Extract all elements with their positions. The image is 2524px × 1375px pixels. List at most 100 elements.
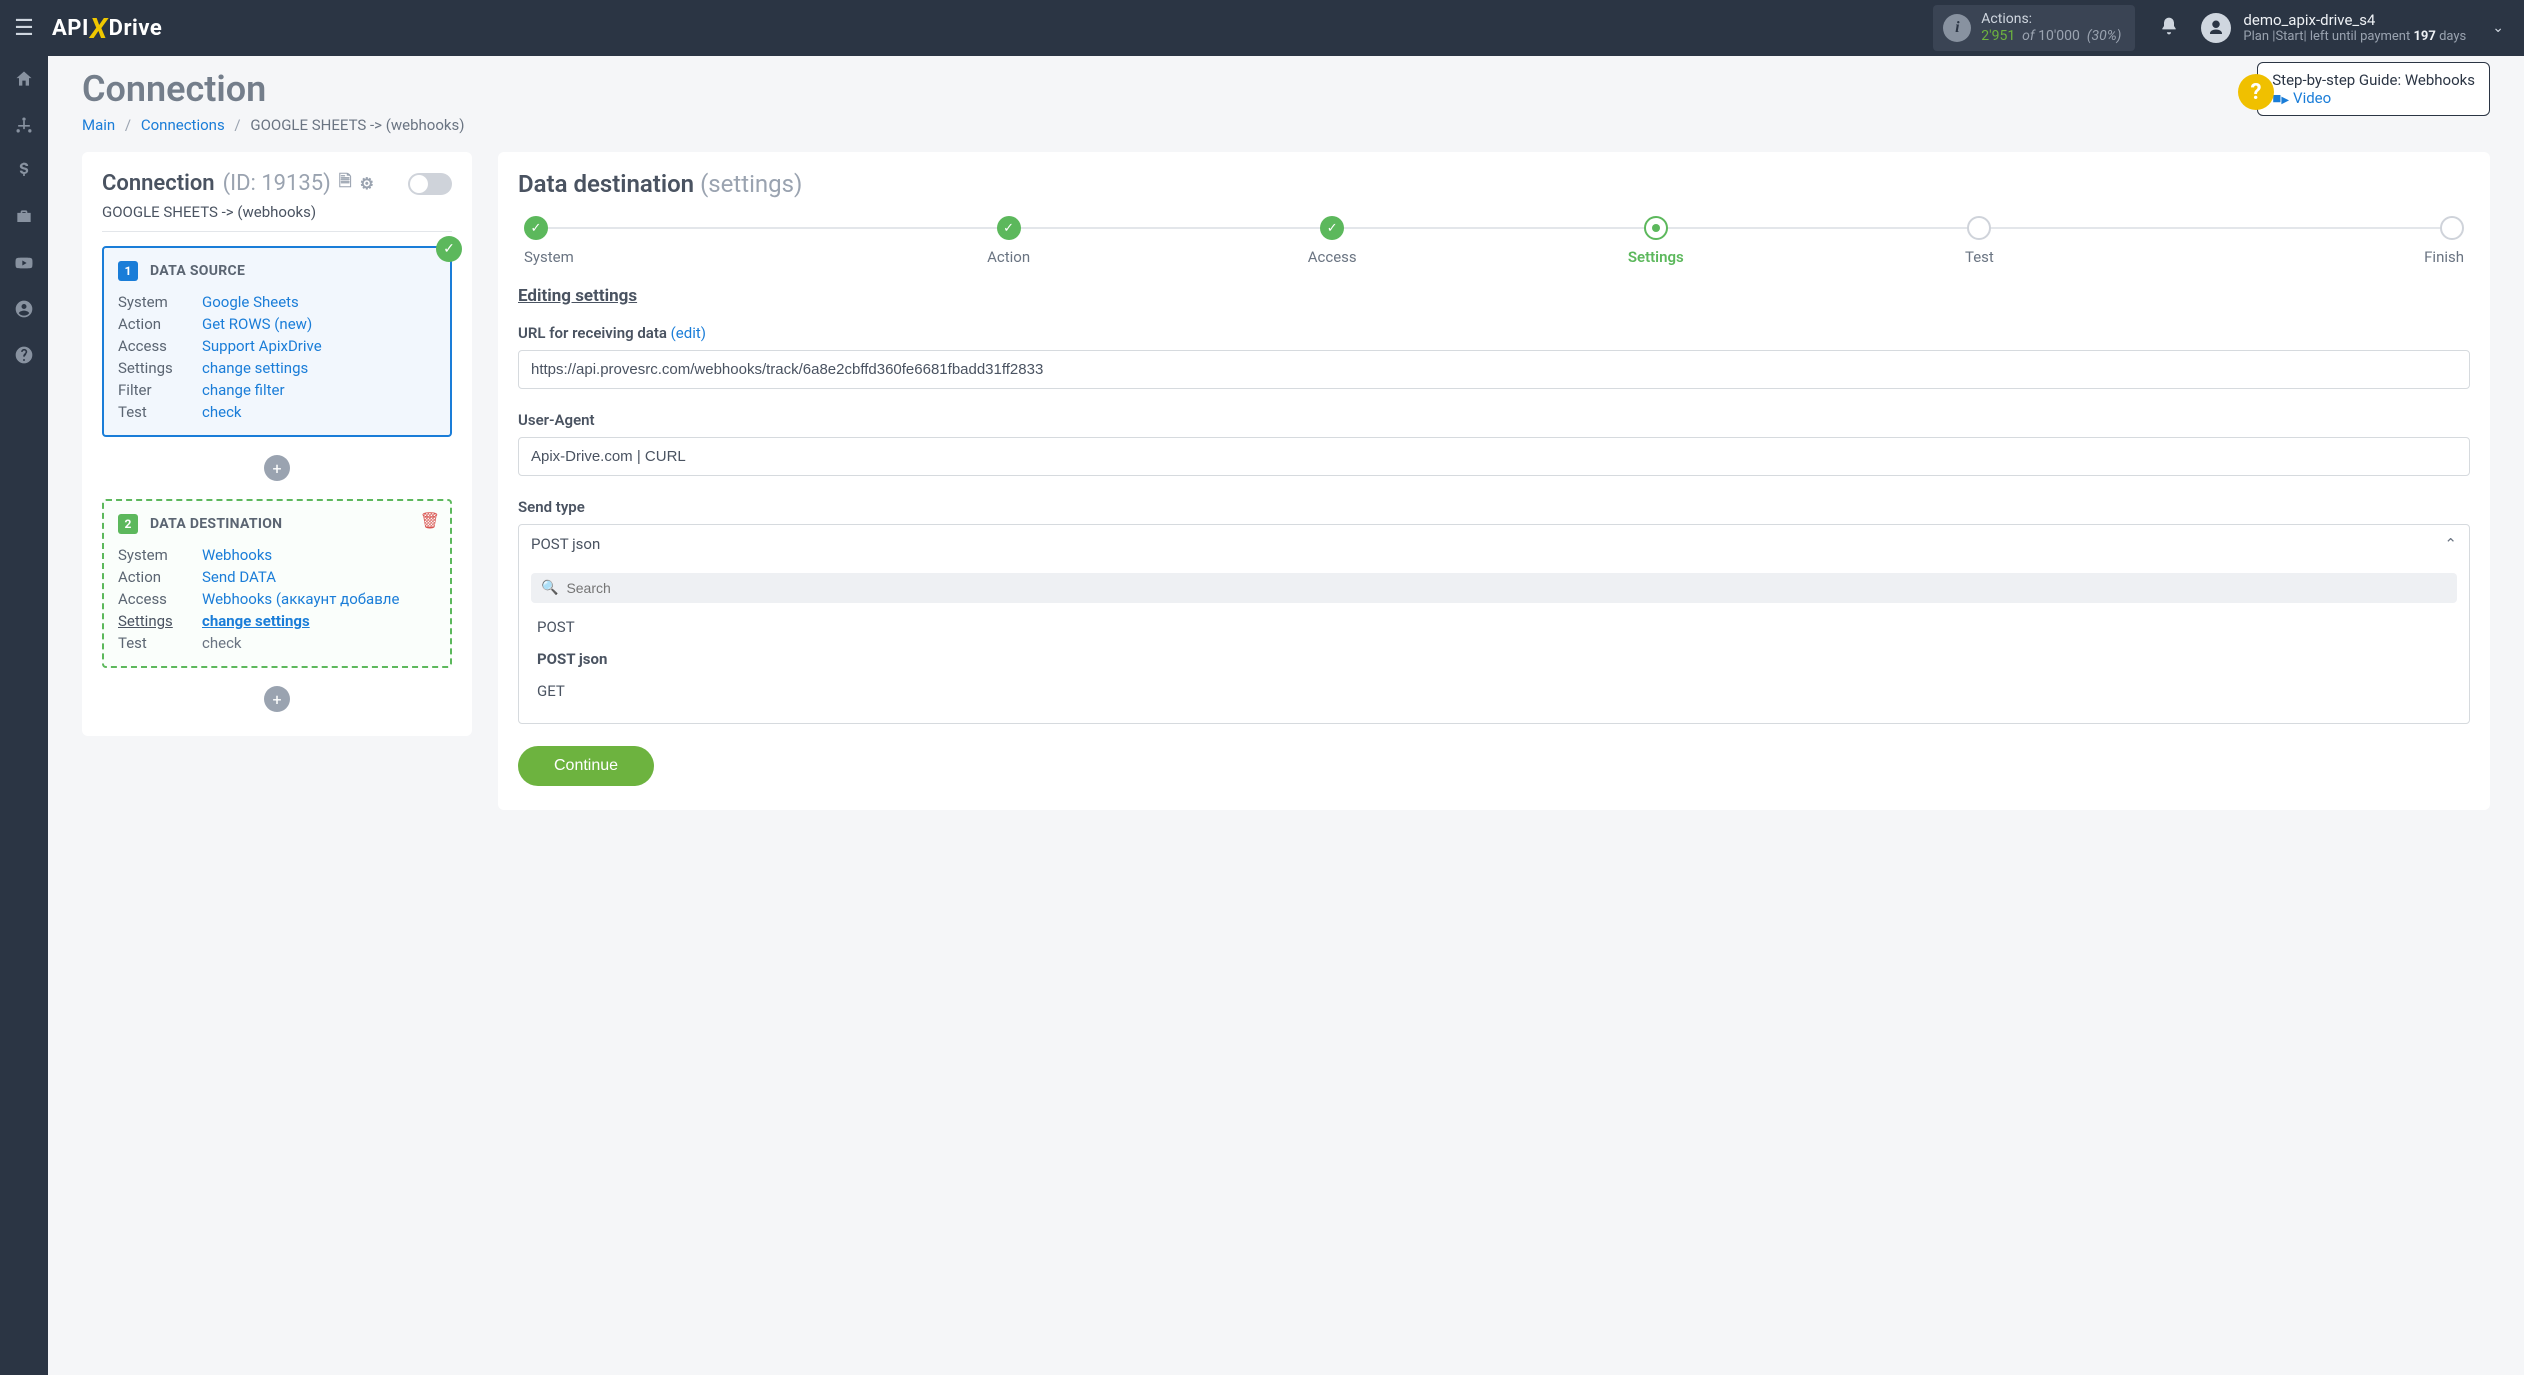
document-icon[interactable]: 🗎 — [339, 170, 352, 197]
send-type-option[interactable]: POST json — [531, 643, 2457, 675]
guide-video-link[interactable]: Video — [2293, 89, 2331, 107]
connection-card: Connection (ID: 19135) 🗎 ⚙ GOOGLE SHEETS… — [82, 152, 472, 736]
url-label: URL for receiving data — [518, 324, 667, 342]
row-value[interactable]: change filter — [202, 381, 285, 399]
step-label: Test — [1965, 248, 1994, 266]
connection-toggle[interactable] — [408, 173, 452, 195]
help-bubble-icon[interactable]: ? — [2238, 74, 2274, 110]
row-value[interactable]: Webhooks (аккаунт добавле — [202, 590, 399, 608]
data-source-panel: ✓ 1 DATA SOURCE SystemGoogle SheetsActio… — [102, 246, 452, 437]
step-settings[interactable]: Settings — [1495, 216, 1817, 266]
row-value[interactable]: Webhooks — [202, 546, 272, 564]
step-dot — [1644, 216, 1668, 240]
step-dot: ✓ — [1320, 216, 1344, 240]
search-icon: 🔍 — [541, 580, 558, 596]
dest-row: Settingschange settings — [118, 610, 436, 632]
sidebar-home-icon[interactable] — [0, 56, 48, 102]
step-action[interactable]: ✓ Action — [848, 216, 1170, 266]
logo[interactable]: API X Drive — [52, 12, 162, 45]
send-type-option[interactable]: POST — [531, 611, 2457, 643]
breadcrumb-connections[interactable]: Connections — [141, 116, 225, 134]
editing-settings-heading: Editing settings — [518, 286, 2470, 306]
step-label: Finish — [2424, 248, 2464, 266]
guide-box[interactable]: Step-by-step Guide: Webhooks ■▶Video — [2257, 62, 2490, 116]
row-key: System — [118, 293, 202, 311]
source-row: ActionGet ROWS (new) — [118, 313, 436, 335]
row-value[interactable]: change settings — [202, 612, 310, 630]
trash-icon[interactable]: 🗑 — [420, 511, 440, 530]
logo-x: X — [90, 12, 108, 45]
settings-card: Data destination (settings) ✓System✓Acti… — [498, 152, 2490, 810]
user-agent-input[interactable] — [518, 437, 2470, 476]
actions-count: 2'951 — [1981, 28, 2015, 44]
user-box[interactable]: demo_apix-drive_s4 Plan |Start| left unt… — [2243, 11, 2466, 45]
send-type-search[interactable]: 🔍 — [531, 573, 2457, 603]
dest-heading: Data destination — [518, 170, 694, 198]
source-title: DATA SOURCE — [150, 263, 245, 279]
user-agent-label: User-Agent — [518, 411, 2470, 429]
sidebar-billing-icon[interactable] — [0, 148, 48, 194]
source-row: Testcheck — [118, 401, 436, 423]
row-key: Action — [118, 568, 202, 586]
user-name: demo_apix-drive_s4 — [2243, 11, 2466, 29]
dest-row: AccessWebhooks (аккаунт добавле — [118, 588, 436, 610]
row-key: Access — [118, 337, 202, 355]
row-key: Settings — [118, 612, 202, 630]
actions-total: 10'000 — [2038, 28, 2080, 44]
hamburger-icon[interactable]: ☰ — [0, 16, 48, 41]
row-key: Test — [118, 634, 202, 652]
topbar: ☰ API X Drive i Actions: 2'951 of 10'000… — [0, 0, 2524, 56]
row-value[interactable]: Get ROWS (new) — [202, 315, 312, 333]
step-finish[interactable]: Finish — [2142, 216, 2464, 266]
step-access[interactable]: ✓ Access — [1171, 216, 1493, 266]
logo-drive: Drive — [109, 16, 163, 41]
send-type-select[interactable]: POST json ⌃ 🔍 POSTPOST jsonGET — [518, 524, 2470, 724]
sidebar-connections-icon[interactable] — [0, 102, 48, 148]
connection-id: (ID: 19135) — [223, 171, 331, 196]
send-type-search-input[interactable] — [566, 580, 2447, 596]
sidebar-profile-icon[interactable] — [0, 286, 48, 332]
connection-subtitle: GOOGLE SHEETS -> (webhooks) — [102, 197, 452, 232]
step-system[interactable]: ✓ System — [524, 216, 846, 266]
row-value[interactable]: Send DATA — [202, 568, 276, 586]
step-dot: ✓ — [997, 216, 1021, 240]
add-source-button[interactable]: + — [264, 455, 290, 481]
source-row: Filterchange filter — [118, 379, 436, 401]
step-test[interactable]: Test — [1818, 216, 2140, 266]
breadcrumb-main[interactable]: Main — [82, 116, 115, 134]
avatar-icon[interactable] — [2201, 13, 2231, 43]
url-edit-link[interactable]: (edit) — [671, 324, 706, 342]
send-type-option[interactable]: GET — [531, 675, 2457, 707]
step-dot — [1967, 216, 1991, 240]
dest-title: DATA DESTINATION — [150, 516, 282, 532]
sidebar-briefcase-icon[interactable] — [0, 194, 48, 240]
row-value[interactable]: change settings — [202, 359, 308, 377]
continue-button[interactable]: Continue — [518, 746, 654, 786]
add-destination-button[interactable]: + — [264, 686, 290, 712]
data-destination-panel: 🗑 2 DATA DESTINATION SystemWebhooksActio… — [102, 499, 452, 668]
gear-icon[interactable]: ⚙ — [360, 174, 374, 193]
row-value[interactable]: check — [202, 403, 242, 421]
step-label: Action — [987, 248, 1030, 266]
guide-title: Step-by-step Guide: Webhooks — [2272, 71, 2475, 89]
actions-badge[interactable]: i Actions: 2'951 of 10'000 (30%) — [1933, 5, 2135, 51]
step-label: Access — [1308, 248, 1357, 266]
chevron-down-icon[interactable]: ⌄ — [2492, 20, 2504, 36]
row-value[interactable]: Support ApixDrive — [202, 337, 322, 355]
source-row: Settingschange settings — [118, 357, 436, 379]
step-label: Settings — [1628, 248, 1684, 266]
url-input[interactable] — [518, 350, 2470, 389]
row-value[interactable]: Google Sheets — [202, 293, 299, 311]
dest-number: 2 — [118, 514, 138, 534]
row-key: System — [118, 546, 202, 564]
step-label: System — [524, 248, 574, 266]
sidebar-youtube-icon[interactable] — [0, 240, 48, 286]
row-key: Access — [118, 590, 202, 608]
bell-icon[interactable] — [2159, 16, 2179, 41]
source-row: AccessSupport ApixDrive — [118, 335, 436, 357]
sidebar-help-icon[interactable] — [0, 332, 48, 378]
step-dot — [2440, 216, 2464, 240]
send-type-selected: POST json — [531, 535, 600, 553]
actions-pct: (30%) — [2083, 28, 2121, 44]
step-dot: ✓ — [524, 216, 548, 240]
